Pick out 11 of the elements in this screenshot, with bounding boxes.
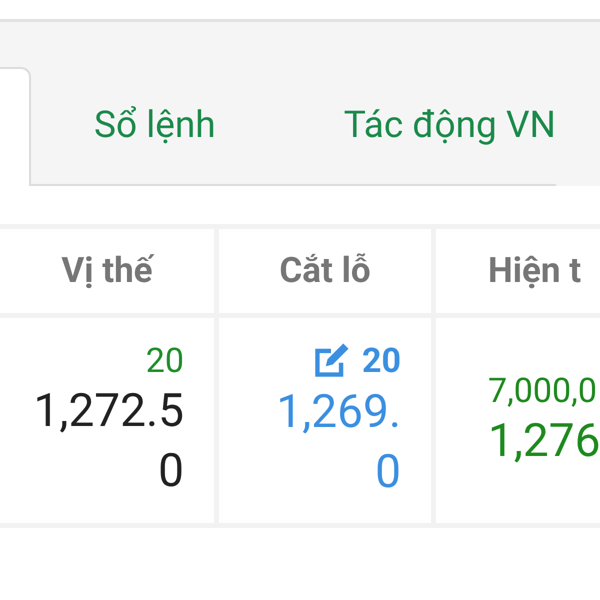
column-header: Hiện t bbox=[488, 248, 582, 293]
tab[interactable]: Sổ lệnh bbox=[31, 67, 344, 186]
price-text: 1,272.50 bbox=[32, 382, 184, 500]
tab[interactable]: Tác động VN bbox=[344, 67, 556, 186]
quantity-text: 20 bbox=[362, 340, 401, 380]
column-header: Vị thế bbox=[61, 248, 153, 293]
price-text: 1,269.0 bbox=[275, 384, 401, 500]
column-header: Cắt lỗ bbox=[279, 248, 371, 293]
price-text: 1,276 bbox=[488, 412, 600, 470]
quantity-text: 7,000,0 bbox=[488, 370, 597, 410]
quantity-text: 20 bbox=[146, 340, 184, 380]
